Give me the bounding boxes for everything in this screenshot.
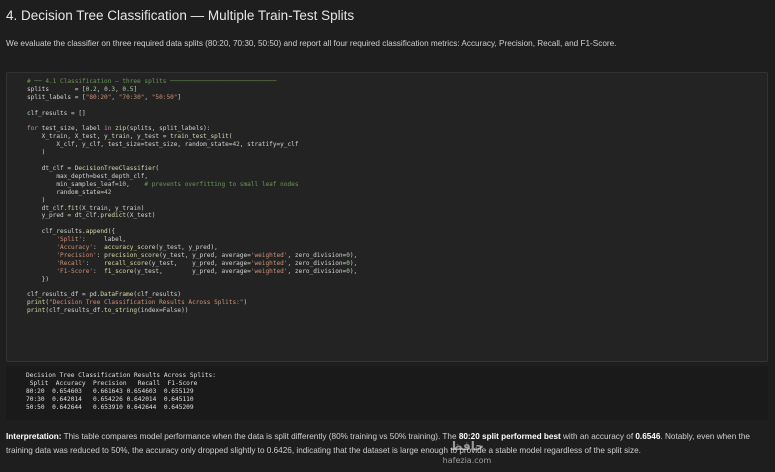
watermark-logo: حافظ hafezia.com	[443, 439, 492, 465]
code-line: print(clf_results_df.to_string(index=Fal…	[27, 307, 189, 315]
svg-text:hafezia.com: hafezia.com	[443, 456, 492, 465]
cell-output: Decision Tree Classification Results Acr…	[6, 366, 768, 420]
code-editor[interactable]: # ── 4.1 Classification – three splits ─…	[7, 73, 767, 315]
code-line: clf_results_df = pd.DataFrame(clf_result…	[27, 291, 182, 299]
svg-text:حافظ: حافظ	[450, 439, 484, 453]
code-line: X_clf, y_clf, test_size=test_size, rando…	[27, 141, 299, 149]
interpretation-paragraph: Interpretation: This table compares mode…	[6, 432, 750, 455]
code-line: })	[27, 275, 50, 283]
code-line: 'Recall': recall_score(y_test, y_pred, a…	[56, 259, 358, 267]
code-line: )	[27, 149, 46, 157]
code-line: split_labels = ["80:20", "70:30", "50:50…	[27, 93, 182, 101]
code-line: clf_results.append({	[27, 228, 116, 236]
output-row: 80:20 0.654603 0.661643 0.654603 0.65512…	[26, 388, 194, 395]
code-line: splits = [0.2, 0.3, 0.5]	[27, 85, 138, 93]
section-title: 4. Decision Tree Classification — Multip…	[6, 8, 355, 23]
code-line: 'Accuracy': accuracy_score(y_test, y_pre…	[56, 244, 218, 252]
code-line: random_state=42	[27, 188, 112, 196]
code-line: max_depth=best_depth_clf,	[27, 172, 149, 180]
output-row: 50:50 0.642644 0.653910 0.642644 0.64520…	[26, 404, 194, 411]
section-intro: We evaluate the classifier on three requ…	[6, 39, 617, 48]
code-line: y_pred = dt_clf.predict(X_test)	[27, 212, 156, 220]
output-text: Decision Tree Classification Results Acr…	[6, 366, 768, 412]
code-line: print("Decision Tree Classification Resu…	[27, 299, 248, 307]
output-header: Split Accuracy Precision Recall F1-Score	[26, 380, 198, 387]
code-line: for test_size, label in zip(splits, spli…	[27, 125, 211, 133]
output-row: 70:30 0.642014 0.654226 0.642014 0.64511…	[26, 396, 194, 403]
code-line: min_samples_leaf=10, # prevents overfitt…	[27, 180, 299, 188]
code-line: X_train, X_test, y_train, y_test = train…	[27, 133, 233, 141]
code-line: )	[27, 196, 46, 204]
interpretation-label: Interpretation:	[6, 432, 62, 441]
code-line: # ── 4.1 Classification – three splits ─…	[27, 78, 277, 85]
code-line: dt_clf.fit(X_train, y_train)	[27, 204, 145, 212]
code-cell[interactable]: # ── 4.1 Classification – three splits ─…	[6, 72, 768, 362]
code-line: clf_results = []	[27, 109, 86, 117]
output-title: Decision Tree Classification Results Acr…	[26, 372, 216, 379]
code-line: 'Split': label,	[56, 236, 127, 244]
code-line: 'F1-Score': f1_score(y_test, y_pred, ave…	[56, 267, 358, 275]
code-line: dt_clf = DecisionTreeClassifier(	[27, 164, 160, 172]
code-line: 'Precision': precision_score(y_test, y_p…	[56, 251, 358, 259]
